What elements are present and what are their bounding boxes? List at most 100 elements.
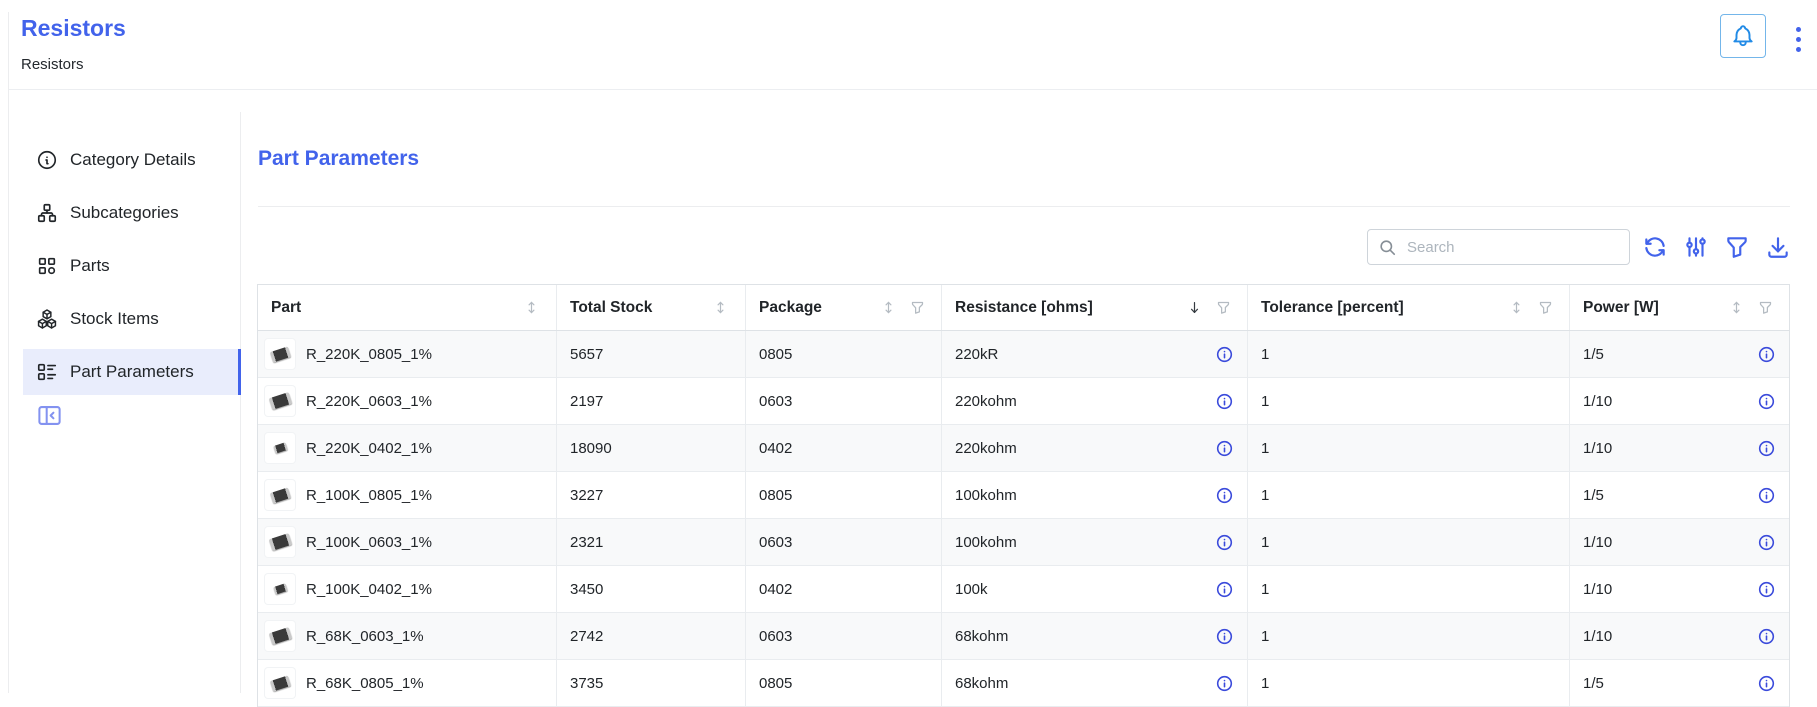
column-filter-icon[interactable] <box>910 300 925 315</box>
info-icon[interactable] <box>1215 345 1234 364</box>
table-row[interactable]: R_220K_0402_1%180900402220kohm11/10 <box>258 425 1789 472</box>
column-label: Package <box>759 299 822 317</box>
column-header-resistance[interactable]: Resistance [ohms] <box>942 285 1248 330</box>
cell-part: R_68K_0805_1% <box>258 660 557 706</box>
cell-resistance: 220kohm <box>942 378 1248 424</box>
cell-part: R_220K_0805_1% <box>258 331 557 377</box>
sidebar-item-parts[interactable]: Parts <box>23 243 240 289</box>
cell-value: 2197 <box>570 393 603 410</box>
part-name: R_220K_0805_1% <box>306 346 432 363</box>
cell-package: 0402 <box>746 566 942 612</box>
cell-tolerance: 1 <box>1248 613 1570 659</box>
column-header-part[interactable]: Part <box>258 285 557 330</box>
cell-total_stock: 2197 <box>557 378 746 424</box>
info-icon[interactable] <box>1757 439 1776 458</box>
table-row[interactable]: R_100K_0805_1%32270805100kohm11/5 <box>258 472 1789 519</box>
table-row[interactable]: R_220K_0805_1%56570805220kR11/5 <box>258 331 1789 378</box>
cell-value: 1/10 <box>1583 393 1612 410</box>
table-row[interactable]: R_220K_0603_1% 2197 0603220kohm 1 1/10 <box>258 378 1789 425</box>
table-settings-button[interactable] <box>1683 234 1709 260</box>
cell-package: 0805 <box>746 472 942 518</box>
info-icon[interactable] <box>1215 392 1234 411</box>
sidebar-item-label: Category Details <box>70 150 196 170</box>
cell-tolerance: 1 <box>1248 566 1570 612</box>
cell-package: 0603 <box>746 613 942 659</box>
info-icon[interactable] <box>1757 674 1776 693</box>
info-icon[interactable] <box>1215 439 1234 458</box>
info-icon[interactable] <box>1215 486 1234 505</box>
table-row[interactable]: R_68K_0603_1%2742060368kohm11/10 <box>258 613 1789 660</box>
cell-value: 1/5 <box>1583 675 1604 692</box>
cell-value: 2321 <box>570 534 603 551</box>
column-label: Power [W] <box>1583 299 1659 317</box>
table-row[interactable]: R_68K_0805_1%3735080568kohm11/5 <box>258 660 1789 707</box>
info-icon[interactable] <box>1215 580 1234 599</box>
cell-value: 1 <box>1261 440 1269 457</box>
breadcrumb-item[interactable]: Resistors <box>21 56 84 73</box>
column-filter-icon[interactable] <box>1538 300 1553 315</box>
info-icon[interactable] <box>1757 580 1776 599</box>
part-thumbnail <box>265 339 295 369</box>
search-input[interactable] <box>1405 238 1619 257</box>
cell-value: 1/5 <box>1583 487 1604 504</box>
resistor-chip-image <box>273 583 288 595</box>
cell-package: 0603 <box>746 378 942 424</box>
cell-power: 1/5 <box>1570 660 1789 706</box>
sidebar-item-category-details[interactable]: Category Details <box>23 137 240 183</box>
column-header-power[interactable]: Power [W] <box>1570 285 1789 330</box>
table-row[interactable]: R_100K_0603_1%23210603100kohm11/10 <box>258 519 1789 566</box>
cell-total_stock: 5657 <box>557 331 746 377</box>
column-filter-icon[interactable] <box>1216 300 1231 315</box>
info-icon[interactable] <box>1215 674 1234 693</box>
refresh-button[interactable] <box>1642 234 1668 260</box>
notifications-button[interactable] <box>1720 14 1766 58</box>
sidebar-collapse-button[interactable] <box>36 402 63 429</box>
cell-tolerance: 1 <box>1248 472 1570 518</box>
column-filter-icon[interactable] <box>1758 300 1773 315</box>
cell-resistance: 100kohm <box>942 519 1248 565</box>
column-header-package[interactable]: Package <box>746 285 942 330</box>
part-name: R_100K_0603_1% <box>306 534 432 551</box>
cell-value: 0402 <box>759 440 792 457</box>
sidebar-item-stock-items[interactable]: Stock Items <box>23 296 240 342</box>
info-icon[interactable] <box>1215 627 1234 646</box>
sidebar-item-subcategories[interactable]: Subcategories <box>23 190 240 236</box>
cell-value: 1/10 <box>1583 440 1612 457</box>
cell-value: 1 <box>1261 581 1269 598</box>
cell-value: 100kohm <box>955 487 1017 504</box>
sidebar-divider <box>240 112 241 693</box>
sidebar-item-label: Parts <box>70 256 110 276</box>
overflow-menu-button[interactable] <box>1786 22 1810 56</box>
info-icon[interactable] <box>1757 392 1776 411</box>
page-title: Resistors <box>21 15 126 42</box>
cell-package: 0805 <box>746 331 942 377</box>
column-header-total_stock[interactable]: Total Stock <box>557 285 746 330</box>
column-header-tolerance[interactable]: Tolerance [percent] <box>1248 285 1570 330</box>
info-icon[interactable] <box>1215 533 1234 552</box>
info-icon[interactable] <box>1757 533 1776 552</box>
sidebar-item-label: Stock Items <box>70 309 159 329</box>
resistor-chip-image <box>273 442 288 454</box>
cell-package: 0603 <box>746 519 942 565</box>
sidebar-item-part-parameters[interactable]: Part Parameters <box>23 349 240 395</box>
resistor-chip-image <box>269 675 290 691</box>
adjustments-icon <box>1683 234 1709 260</box>
cell-tolerance: 1 <box>1248 425 1570 471</box>
sort-icon <box>1728 299 1745 316</box>
info-icon[interactable] <box>1757 345 1776 364</box>
info-icon[interactable] <box>1757 486 1776 505</box>
part-parameters-table: PartTotal Stock Package Resistance [ohms]T… <box>257 284 1790 707</box>
info-icon[interactable] <box>1757 627 1776 646</box>
download-button[interactable] <box>1765 234 1791 260</box>
filters-button[interactable] <box>1724 234 1750 260</box>
info-circle-icon <box>36 149 58 171</box>
cell-value: 1 <box>1261 675 1269 692</box>
table-header-row: PartTotal Stock Package Resistance [ohms]T… <box>258 285 1789 331</box>
filter-icon <box>1724 234 1750 260</box>
table-row[interactable]: R_100K_0402_1%34500402100k11/10 <box>258 566 1789 613</box>
cell-value: 0805 <box>759 675 792 692</box>
cell-value: 1/10 <box>1583 628 1612 645</box>
cell-value: 1 <box>1261 393 1269 410</box>
cell-part: R_220K_0603_1% <box>258 378 557 424</box>
cell-total_stock: 3450 <box>557 566 746 612</box>
